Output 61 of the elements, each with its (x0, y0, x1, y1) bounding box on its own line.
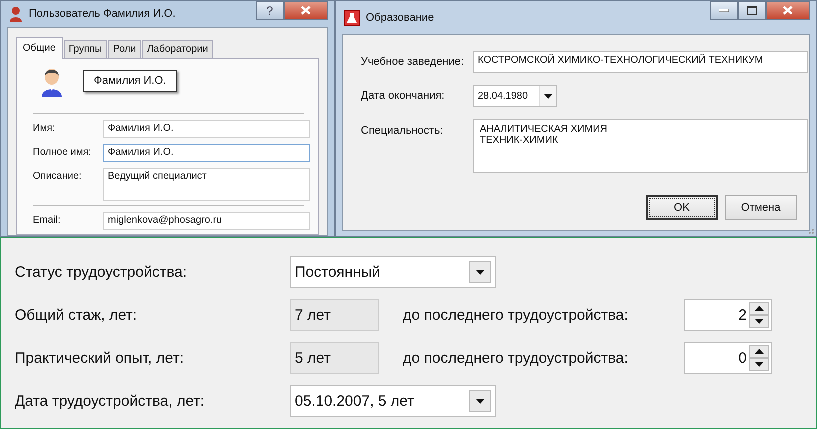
down-arrow-icon (754, 362, 764, 367)
field-label: Описание: (33, 170, 83, 184)
field-label: Email: (33, 214, 62, 228)
field-label: Дата трудоустройства, лет: (15, 392, 206, 410)
dropdown[interactable]: 05.10.2007, 5 лет (290, 385, 496, 417)
flask-icon (344, 10, 360, 26)
tab[interactable]: Роли (108, 40, 142, 58)
field-label: до последнего трудоустройства: (403, 306, 630, 324)
dropdown-value: Постоянный (295, 264, 382, 280)
spinner-value: 2 (738, 306, 748, 324)
up-arrow-icon (754, 349, 764, 354)
spinner-value: 0 (738, 350, 748, 366)
readonly-field: 7 лет (290, 299, 379, 331)
date-value: 28.04.1980 (478, 90, 530, 102)
field-label: Практический опыт, лет: (15, 350, 186, 366)
readonly-field: 5 лет (290, 342, 379, 374)
dropdown-arrow-icon (544, 94, 552, 98)
input-field[interactable]: Фамилия И.О. (103, 144, 310, 162)
field-label: Полное имя: (33, 146, 92, 160)
close-icon (301, 6, 311, 15)
input-field[interactable]: КОСТРОМСКОЙ ХИМИКО-ТЕХНОЛОГИЧЕСКИЙ ТЕХНИКУМ (473, 51, 808, 73)
text-line: АНАЛИТИЧЕСКАЯ ХИМИЯ (480, 124, 608, 135)
close-icon (783, 6, 793, 15)
tab[interactable]: Лаборатории (142, 40, 214, 58)
field-label: Дата окончания: (361, 90, 446, 102)
maximize-icon (747, 6, 757, 15)
dropdown-value: 05.10.2007, 5 лет (295, 392, 416, 410)
specialty-field[interactable]: АНАЛИТИЧЕСКАЯ ХИМИЯ ТЕХНИК-ХИМИК (473, 119, 808, 173)
window-title: Пользователь Фамилия И.О. (29, 8, 176, 20)
number-spinner[interactable]: 2 (684, 299, 772, 331)
field-label: Общий стаж, лет: (15, 306, 138, 324)
close-button[interactable] (766, 1, 810, 20)
tab[interactable]: Группы (64, 40, 108, 58)
up-arrow-icon (754, 306, 764, 311)
dropdown-arrow-icon (476, 398, 484, 404)
display-name: Фамилия И.О. (83, 70, 178, 92)
minimize-button[interactable] (710, 1, 738, 20)
number-spinner[interactable]: 0 (684, 342, 772, 374)
person-icon (9, 6, 23, 22)
dropdown-arrow-icon (476, 270, 484, 274)
cancel-button[interactable]: Отмена (725, 195, 797, 220)
field-label: Специальность: (361, 124, 444, 137)
close-button[interactable] (284, 1, 328, 20)
tab[interactable]: Общие (16, 37, 63, 59)
date-picker[interactable]: 28.04.1980 (473, 85, 557, 107)
down-arrow-icon (754, 319, 764, 324)
field-label: до последнего трудоустройства: (403, 350, 630, 366)
help-button[interactable]: ? (256, 1, 284, 20)
maximize-button[interactable] (738, 1, 766, 20)
minimize-icon (719, 8, 729, 12)
input-field[interactable]: Фамилия И.О. (103, 120, 310, 138)
dropdown[interactable]: Постоянный (290, 256, 496, 288)
description-field[interactable]: Ведущий специалист (103, 168, 310, 201)
field-label: Учебное заведение: (361, 56, 466, 68)
window-title: Образование (366, 12, 434, 24)
ok-button[interactable]: OK (646, 195, 718, 220)
field-label: Имя: (33, 122, 56, 136)
input-field[interactable]: miglenkova@phosagro.ru (103, 212, 310, 230)
resize-grip-icon (806, 226, 814, 234)
text-line: ТЕХНИК-ХИМИК (480, 135, 560, 146)
field-label: Статус трудоустройства: (15, 264, 188, 280)
